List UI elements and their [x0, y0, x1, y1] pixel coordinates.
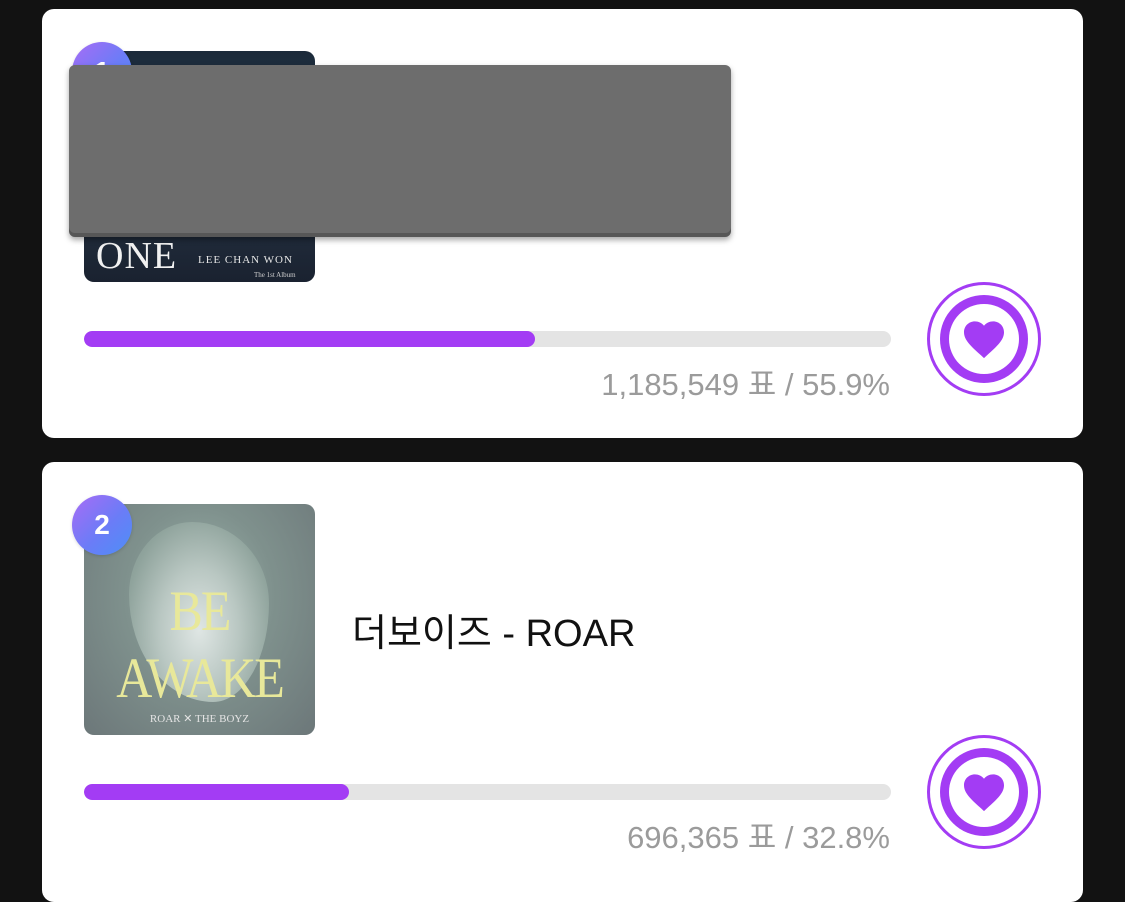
vote-count: 1,185,549 표 / 55.9% [601, 367, 890, 402]
vote-button-ring [940, 295, 1028, 383]
vote-progress-track [84, 784, 891, 800]
redaction-box [69, 65, 731, 237]
heart-icon [964, 321, 1004, 359]
vote-button-center [949, 757, 1019, 827]
album-cover-footer: ROAR ✕ THE BOYZ [149, 713, 250, 725]
vote-button-ring [940, 748, 1028, 836]
vote-button[interactable] [927, 282, 1041, 396]
vote-card: 2 BE AWAKE ROAR ✕ THE BOYZ 더보이즈 - ROAR 6… [42, 462, 1083, 902]
song-title: 더보이즈 - ROAR [352, 613, 636, 655]
vote-button-center [949, 304, 1019, 374]
vote-count: 696,365 표 / 32.8% [627, 820, 890, 855]
album-cover-artist: LEE CHAN WON [198, 254, 293, 266]
album-cover-title: ONE [96, 235, 178, 277]
rank-badge: 2 [72, 495, 132, 555]
album-cover-title: BE AWAKE [116, 578, 285, 710]
vote-card: 1 ONE LEE CHAN WON The 1st Album 1,185,5… [42, 9, 1083, 438]
heart-icon [964, 774, 1004, 812]
vote-button[interactable] [927, 735, 1041, 849]
vote-progress-fill [84, 784, 349, 800]
album-cover-subtitle: The 1st Album [254, 271, 296, 279]
vote-progress-fill [84, 331, 536, 347]
vote-progress-track [84, 331, 891, 347]
